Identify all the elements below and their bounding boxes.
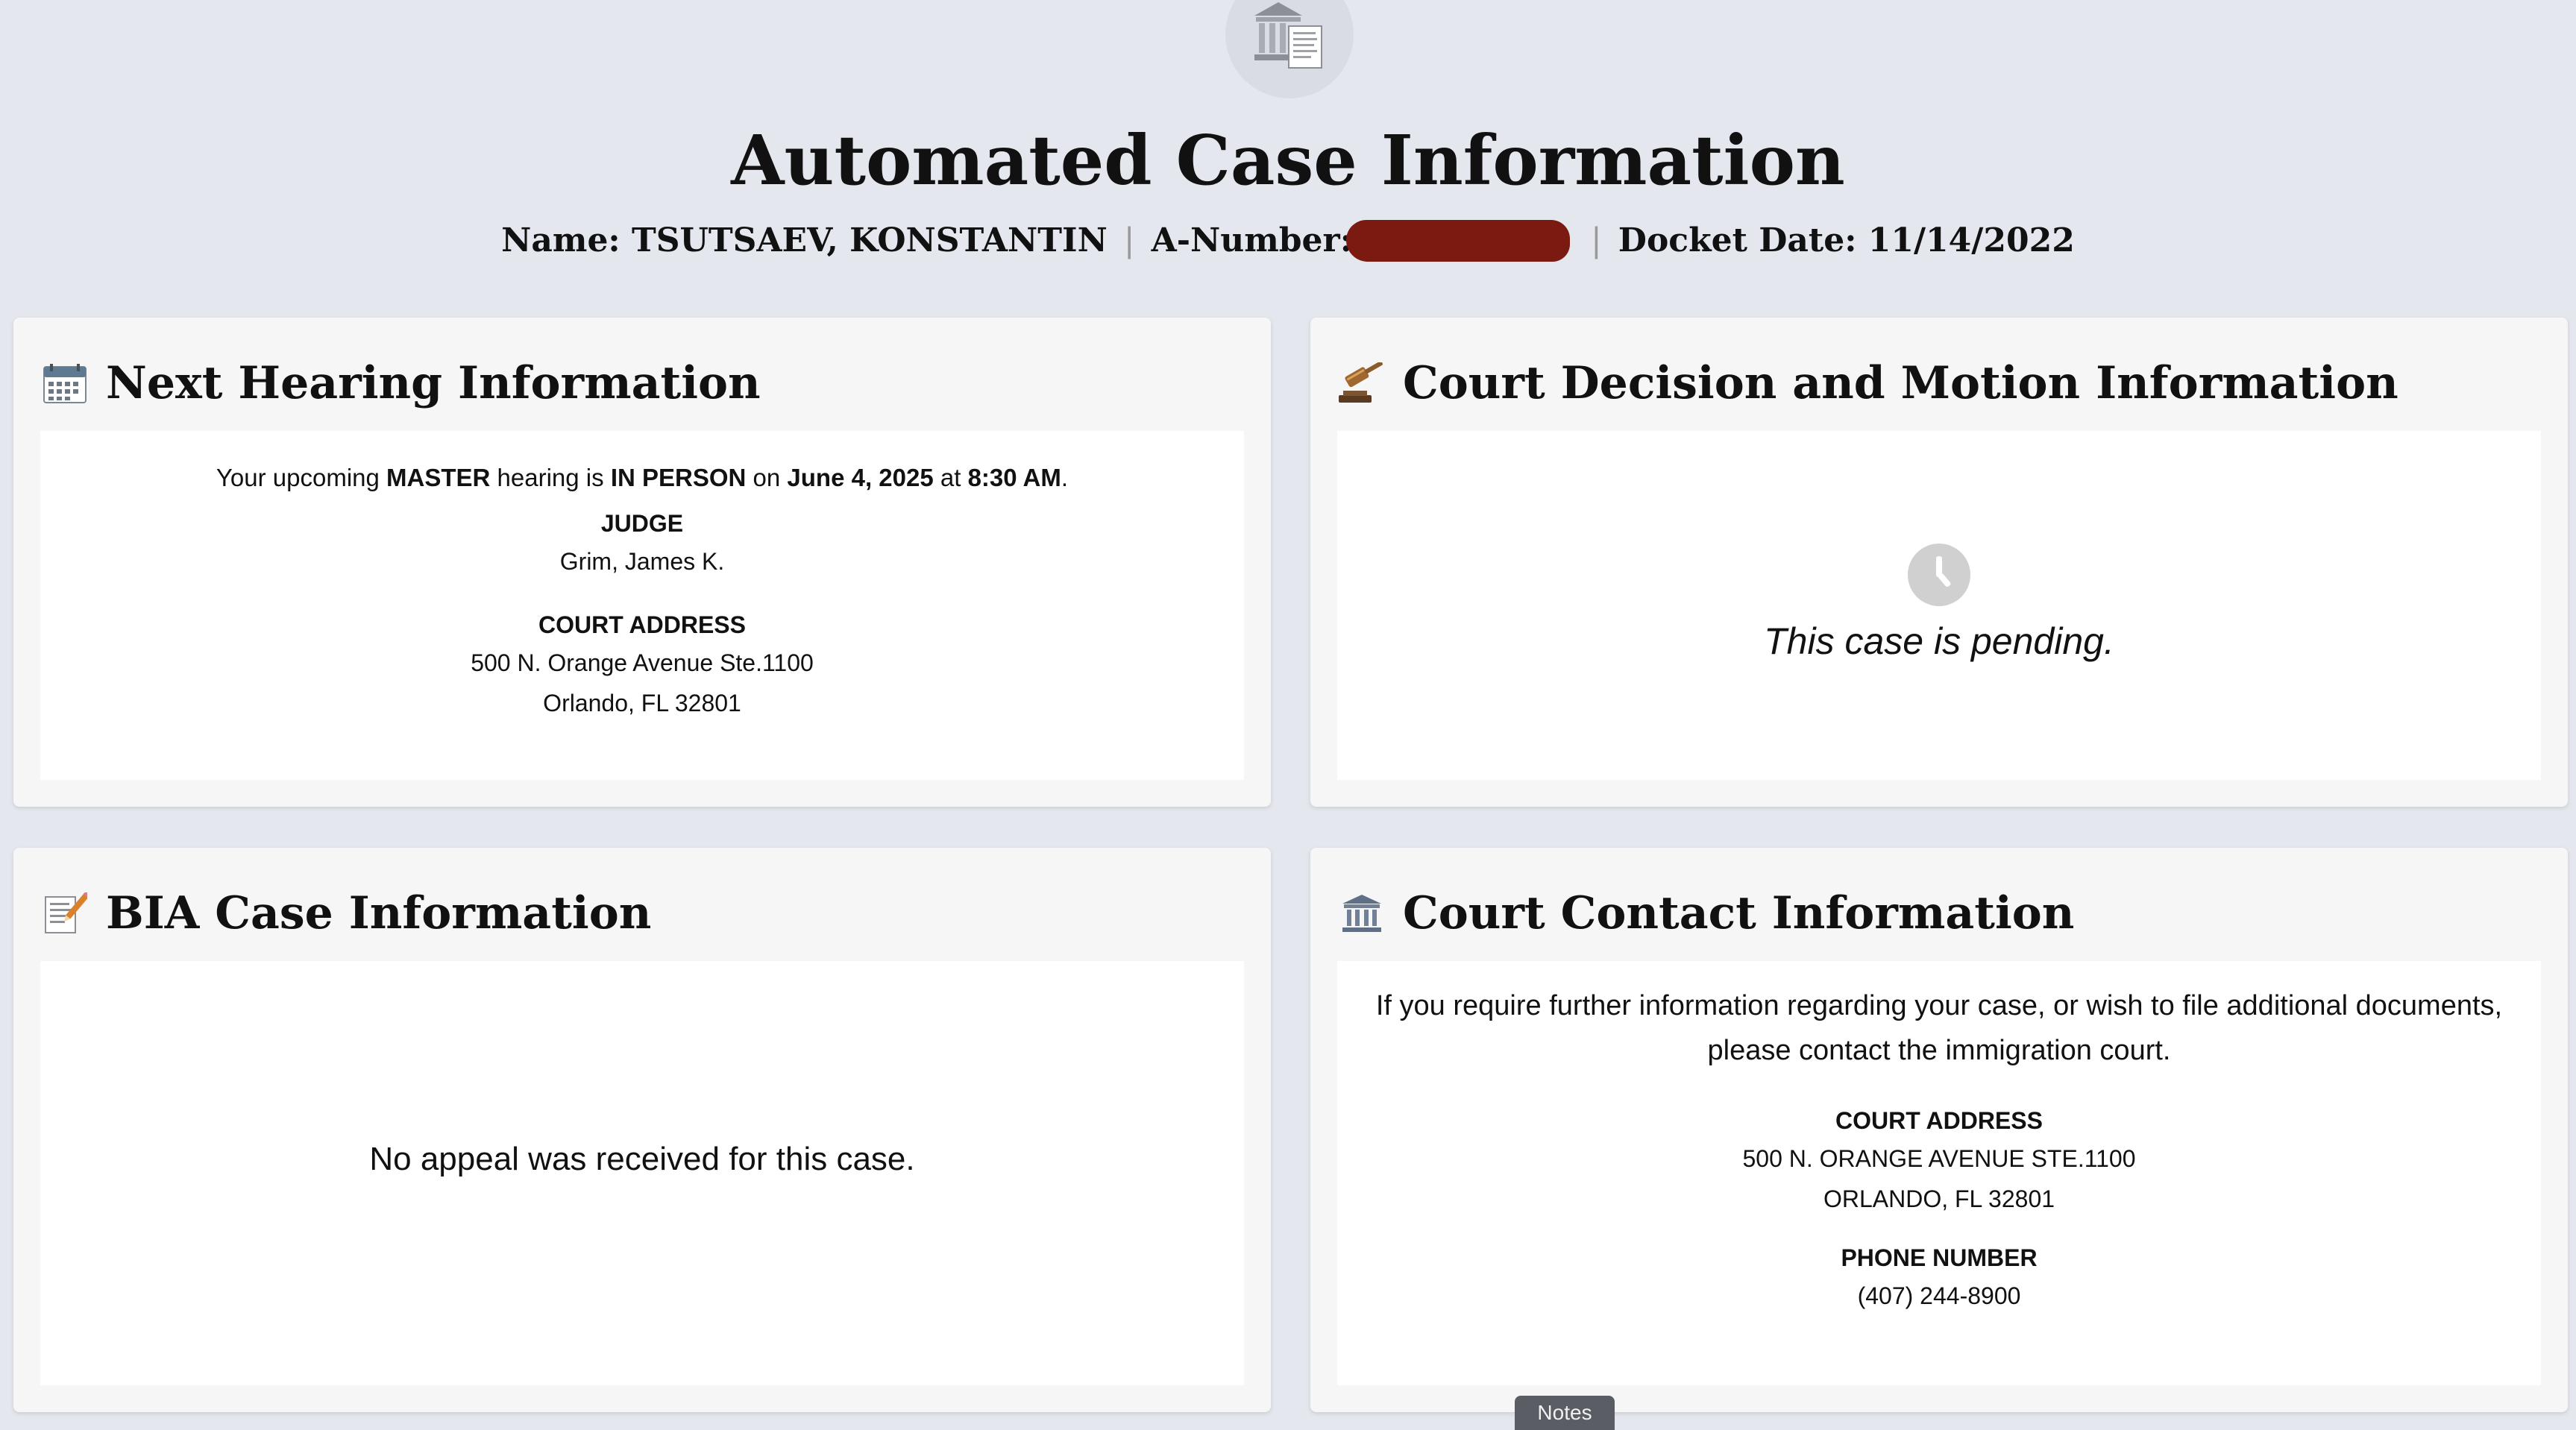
hearing-date: June 4, 2025 [787, 464, 934, 491]
card-body: If you require further information regar… [1337, 961, 2541, 1385]
pending-status: This case is pending. [1337, 543, 2541, 667]
sentence-text: on [746, 464, 788, 491]
card-title: Next Hearing Information [106, 357, 761, 409]
memo-pencil-icon [39, 887, 91, 939]
calendar-icon [39, 357, 91, 409]
separator: | [1590, 221, 1602, 259]
a-number-label: A-Number: [1151, 221, 1352, 259]
no-appeal-message: No appeal was received for this case. [369, 1141, 915, 1177]
next-hearing-card: Next Hearing Information Your upcoming M… [13, 318, 1271, 807]
contact-intro: If you require further information regar… [1337, 983, 2541, 1073]
intro-line: If you require further information regar… [1375, 990, 2503, 1021]
phone-label: PHONE NUMBER [1841, 1244, 2038, 1271]
court-address-label: COURT ADDRESS [538, 611, 746, 638]
card-body: This case is pending. [1337, 431, 2541, 780]
phone-block: PHONE NUMBER (407) 244-8900 [1337, 1240, 2541, 1316]
card-body: Your upcoming MASTER hearing is IN PERSO… [40, 431, 1244, 780]
court-address-label: COURT ADDRESS [1835, 1107, 2043, 1134]
sentence-text: at [933, 464, 968, 491]
gavel-icon [1336, 357, 1388, 409]
redaction-mark [1345, 220, 1570, 262]
case-summary-line: Name: TSUTSAEV, KONSTANTIN | A-Number: |… [0, 215, 2576, 267]
card-title: Court Decision and Motion Information [1403, 357, 2398, 409]
hearing-sentence: Your upcoming MASTER hearing is IN PERSO… [40, 459, 1244, 497]
courthouse-document-icon [1225, 0, 1354, 98]
address-line: 500 N. ORANGE AVENUE STE.1100 [1742, 1145, 2136, 1172]
card-body: No appeal was received for this case. [40, 961, 1244, 1385]
respondent-name: Name: TSUTSAEV, KONSTANTIN [501, 221, 1108, 259]
sentence-text: . [1061, 464, 1069, 491]
court-contact-card: Court Contact Information If you require… [1310, 848, 2568, 1412]
judge-label: JUDGE [600, 510, 684, 537]
pending-text: This case is pending. [1764, 620, 2114, 662]
court-decision-card: Court Decision and Motion Information Th… [1310, 318, 2568, 807]
card-header: Next Hearing Information [39, 353, 761, 413]
separator: | [1123, 221, 1135, 259]
page: Automated Case Information Name: TSUTSAE… [0, 0, 2576, 1430]
bia-case-card: BIA Case Information No appeal was recei… [13, 848, 1271, 1412]
address-line: ORLANDO, FL 32801 [1823, 1185, 2055, 1212]
court-address-block: COURT ADDRESS 500 N. ORANGE AVENUE STE.1… [1337, 1103, 2541, 1219]
judge-name: Grim, James K. [559, 548, 725, 575]
clock-icon [1907, 544, 1971, 610]
docket-date: Docket Date: 11/14/2022 [1618, 221, 2075, 259]
card-header: Court Contact Information [1336, 883, 2074, 943]
courthouse-icon [1336, 887, 1388, 939]
judge-block: JUDGE Grim, James K. [40, 505, 1244, 582]
address-line: Orlando, FL 32801 [543, 690, 741, 716]
sentence-text: hearing is [490, 464, 611, 491]
card-title: Court Contact Information [1403, 887, 2075, 939]
card-header: BIA Case Information [39, 883, 651, 943]
address-line: 500 N. Orange Avenue Ste.1100 [471, 649, 814, 676]
phone-number[interactable]: (407) 244-8900 [1337, 1276, 2541, 1316]
hearing-mode: IN PERSON [610, 464, 747, 491]
notes-tab-button[interactable]: Notes [1515, 1396, 1615, 1430]
hearing-type: MASTER [386, 464, 491, 491]
page-title: Automated Case Information [731, 120, 1845, 201]
sentence-text: Your upcoming [216, 464, 387, 491]
intro-line: please contact the immigration court. [1707, 1035, 2171, 1066]
hearing-time: 8:30 AM [967, 464, 1061, 491]
card-header: Court Decision and Motion Information [1336, 353, 2398, 413]
card-title: BIA Case Information [106, 887, 652, 939]
court-address-block: COURT ADDRESS 500 N. Orange Avenue Ste.1… [40, 607, 1244, 723]
